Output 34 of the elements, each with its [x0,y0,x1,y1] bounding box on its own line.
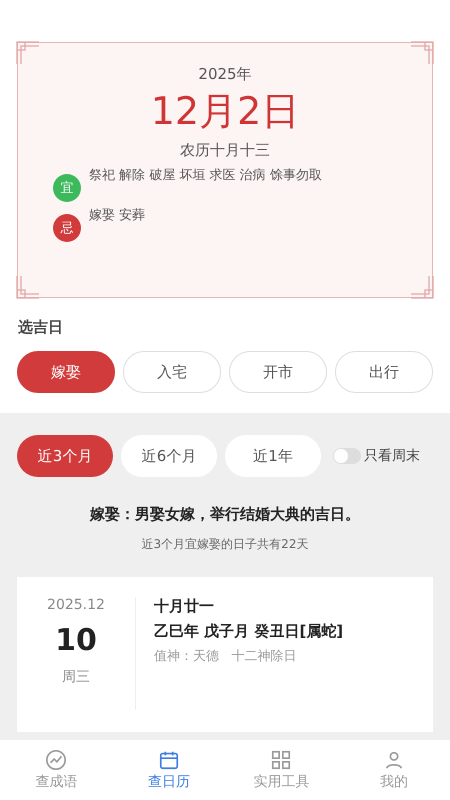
weekday-text: 周三 [61,668,91,686]
weekend-switch[interactable] [333,448,361,464]
section-title: 选吉日 [18,318,64,337]
activity-list: 祭祀 解除 破屋 坏垣 求医 治病 馀事勿取 [89,166,322,184]
event-tab[interactable]: 入宅 [123,351,221,393]
lunar-date: 农历十月十三 [179,141,271,160]
trend-icon [45,749,68,771]
range-tab[interactable]: 近3个月 [17,435,113,477]
description-text: 嫁娶：男娶女嫁，举行结婚大典的吉日。 [88,505,361,524]
calendar-icon [158,749,180,771]
day-number: 10 [54,623,98,658]
switch-label: 只看周末 [364,447,420,465]
label-badge: 宜 [53,174,81,202]
range-tab[interactable]: 近6个月 [121,435,217,477]
nav-tab[interactable]: 查日历 [112,740,225,800]
event-tab[interactable]: 出行 [335,351,433,393]
corner-ornament-icon [410,41,434,65]
result-card[interactable]: 2025.12 10 周三 十月廿一 乙巳年 戊子月 癸丑日[属蛇] 值神：天德 十二神除日 [17,577,433,732]
ganzhi-text: 乙巳年 戊子月 癸丑日[属蛇] [154,622,344,641]
year-text: 2025年 [197,65,253,84]
gods-text: 值神：天德 十二神除日 [154,648,298,665]
corner-ornament-icon [410,275,434,299]
grid-icon [270,749,292,771]
range-tab[interactable]: 近1年 [225,435,321,477]
date-text: 12月2日 [150,88,300,135]
summary-text: 近3个月宜嫁娶的日子共有22天 [140,536,310,553]
corner-ornament-icon [16,41,40,65]
event-tab[interactable]: 开市 [229,351,327,393]
label-badge: 忌 [53,214,81,242]
month-text: 2025.12 [46,597,106,613]
event-tab[interactable]: 嫁娶 [17,351,115,393]
activity-list: 嫁娶 安葬 [89,206,146,224]
corner-ornament-icon [16,275,40,299]
lunar-date: 十月廿一 [154,597,215,616]
